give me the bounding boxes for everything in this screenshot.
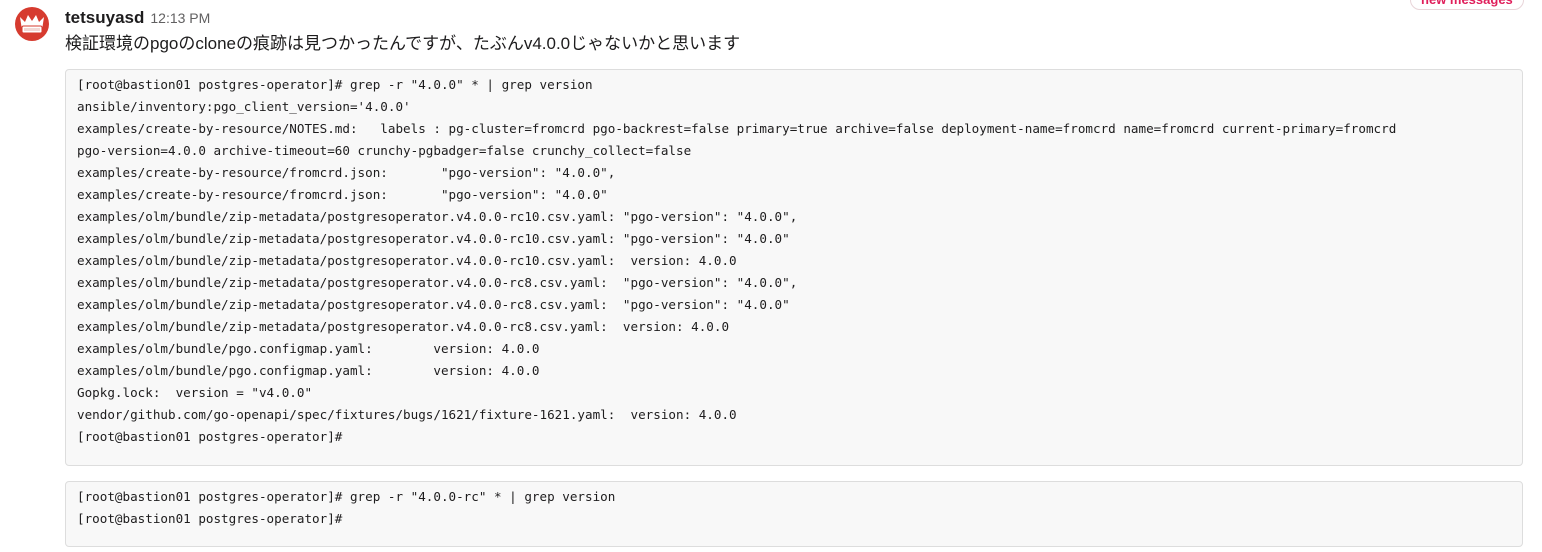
code-line: examples/create-by-resource/fromcrd.json… [77,187,608,202]
code-line: examples/create-by-resource/fromcrd.json… [77,165,616,180]
code-line: [root@bastion01 postgres-operator]# grep… [77,77,593,92]
crown-avatar-icon [15,7,49,41]
code-line: examples/olm/bundle/pgo.configmap.yaml: … [77,341,540,356]
code-line: examples/create-by-resource/NOTES.md: la… [77,121,1397,136]
new-messages-pill[interactable]: new messages [1410,0,1524,10]
code-line: examples/olm/bundle/zip-metadata/postgre… [77,275,798,290]
code-line: vendor/github.com/go-openapi/spec/fixtur… [77,407,737,422]
timestamp[interactable]: 12:13 PM [150,10,210,26]
code-line: examples/olm/bundle/zip-metadata/postgre… [77,319,730,334]
code-line: [root@bastion01 postgres-operator]# [77,511,343,526]
code-line: pgo-version=4.0.0 archive-timeout=60 cru… [77,143,692,158]
avatar[interactable] [14,6,50,42]
code-line: examples/olm/bundle/zip-metadata/postgre… [77,253,737,268]
code-line: [root@bastion01 postgres-operator]# grep… [77,489,616,504]
username[interactable]: tetsuyasd [65,8,144,28]
code-block: [root@bastion01 postgres-operator]# grep… [65,481,1523,547]
code-block: [root@bastion01 postgres-operator]# grep… [65,69,1523,466]
code-line: examples/olm/bundle/pgo.configmap.yaml: … [77,363,540,378]
code-line: ansible/inventory:pgo_client_version='4.… [77,99,411,114]
code-line: Gopkg.lock: version = "v4.0.0" [77,385,313,400]
code-line: examples/olm/bundle/zip-metadata/postgre… [77,297,790,312]
code-line: [root@bastion01 postgres-operator]# [77,429,343,444]
code-line: examples/olm/bundle/zip-metadata/postgre… [77,231,790,246]
message-header: tetsuyasd 12:13 PM [65,8,210,30]
code-line: examples/olm/bundle/zip-metadata/postgre… [77,209,798,224]
slack-message-view: new messages tetsuyasd 12:13 PM 検証環境のpgo… [0,0,1542,552]
message-text: 検証環境のpgoのcloneの痕跡は見つかったんですが、たぶんv4.0.0じゃな… [65,34,741,53]
